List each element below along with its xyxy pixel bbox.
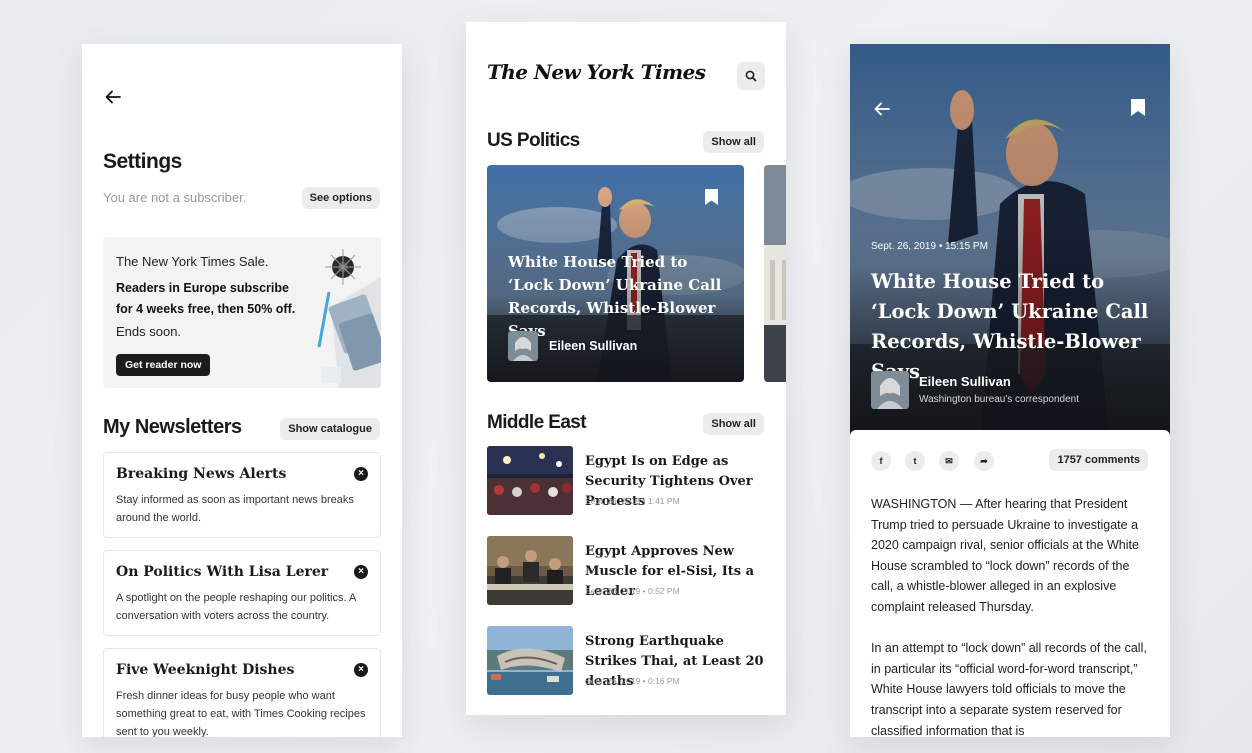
get-reader-button[interactable]: Get reader now: [116, 354, 211, 376]
page-title: Settings: [103, 150, 182, 173]
settings-screen: Settings You are not a subscriber. See o…: [82, 44, 402, 737]
section-title-us-politics: US Politics: [487, 130, 580, 151]
author-role: Washington bureau's correspondent: [919, 394, 1079, 405]
search-icon: [745, 70, 757, 82]
article-title: White House Tried to ‘Lock Down’ Ukraine…: [871, 270, 1149, 383]
nyt-logo: The New York Times: [487, 60, 706, 84]
facebook-icon[interactable]: f: [871, 451, 891, 471]
show-all-button[interactable]: Show all: [703, 413, 764, 435]
newsletter-title: Breaking News Alerts: [116, 466, 287, 482]
story-thumbnail: [487, 536, 573, 605]
newsletter-card[interactable]: On Politics With Lisa Lerer × A spotligh…: [103, 550, 381, 636]
featured-story-title: White House Tried to ‘Lock Down’ Ukraine…: [508, 253, 722, 340]
story-timestamp: Sept. 26, 2019 • 1:41 PM: [585, 496, 680, 506]
remove-icon[interactable]: ×: [354, 565, 368, 579]
newsletter-title: On Politics With Lisa Lerer: [116, 564, 329, 580]
author-name: Eileen Sullivan: [549, 339, 638, 353]
home-screen: The New York Times US Politics Show all: [466, 22, 786, 715]
remove-icon[interactable]: ×: [354, 467, 368, 481]
share-forward-icon[interactable]: ➦: [974, 451, 994, 471]
next-story-card[interactable]: [764, 165, 786, 382]
list-item[interactable]: Egypt Is on Edge as Security Tightens Ov…: [487, 446, 767, 516]
story-thumbnail: [487, 626, 573, 695]
article-timestamp: Sept. 26, 2019 • 15:15 PM: [871, 241, 988, 252]
remove-icon[interactable]: ×: [354, 663, 368, 677]
newsletters-title: My Newsletters: [103, 416, 242, 438]
featured-story-card[interactable]: White House Tried to ‘Lock Down’ Ukraine…: [487, 165, 744, 382]
bookmark-icon[interactable]: [1131, 99, 1145, 116]
bookmark-icon[interactable]: [705, 189, 718, 205]
promo-illustration: [301, 237, 381, 388]
email-icon[interactable]: ✉: [939, 451, 959, 471]
story-timestamp: Sept. 26, 2019 • 0:52 PM: [585, 586, 680, 596]
newsletter-description: A spotlight on the people reshaping our …: [116, 592, 356, 622]
section-title-middle-east: Middle East: [487, 412, 587, 433]
avatar: [508, 331, 538, 361]
article-paragraph: WASHINGTON — After hearing that Presiden…: [871, 497, 1139, 614]
subscriber-status: You are not a subscriber.: [103, 190, 247, 205]
newsletter-title: Five Weeknight Dishes: [116, 662, 295, 678]
story-thumbnail: [487, 446, 573, 515]
list-item[interactable]: Egypt Approves New Muscle for el-Sisi, I…: [487, 536, 767, 606]
article-body-sheet: f t ✉ ➦ 1757 comments WASHINGTON — After…: [850, 430, 1170, 737]
next-story-photo: [764, 165, 786, 382]
newsletter-description: Stay informed as soon as important news …: [116, 494, 354, 524]
article-paragraph: In an attempt to “lock down” all records…: [871, 641, 1147, 737]
comments-button[interactable]: 1757 comments: [1049, 449, 1148, 471]
promo-headline: The New York Times Sale.: [116, 254, 269, 269]
article-body: WASHINGTON — After hearing that Presiden…: [871, 494, 1151, 737]
avatar: [871, 371, 909, 409]
show-all-button[interactable]: Show all: [703, 131, 764, 153]
article-screen: Sept. 26, 2019 • 15:15 PM White House Tr…: [850, 44, 1170, 737]
back-arrow-icon[interactable]: [873, 100, 891, 118]
newsletter-card[interactable]: Five Weeknight Dishes × Fresh dinner ide…: [103, 648, 381, 737]
list-item[interactable]: Strong Earthquake Strikes Thai, at Least…: [487, 626, 767, 696]
promo-banner: The New York Times Sale. Readers in Euro…: [103, 237, 381, 388]
promo-deadline: Ends soon.: [116, 324, 182, 339]
newsletter-description: Fresh dinner ideas for busy people who w…: [116, 690, 366, 737]
show-catalogue-button[interactable]: Show catalogue: [280, 418, 380, 440]
promo-offer: Readers in Europe subscribe for 4 weeks …: [116, 281, 296, 316]
author-name: Eileen Sullivan: [919, 374, 1011, 389]
newsletter-card[interactable]: Breaking News Alerts × Stay informed as …: [103, 452, 381, 538]
back-arrow-icon[interactable]: [104, 88, 122, 106]
see-options-button[interactable]: See options: [301, 187, 380, 209]
search-button[interactable]: [737, 62, 765, 90]
story-timestamp: Sept. 26, 2019 • 0:16 PM: [585, 676, 680, 686]
twitter-icon[interactable]: t: [905, 451, 925, 471]
